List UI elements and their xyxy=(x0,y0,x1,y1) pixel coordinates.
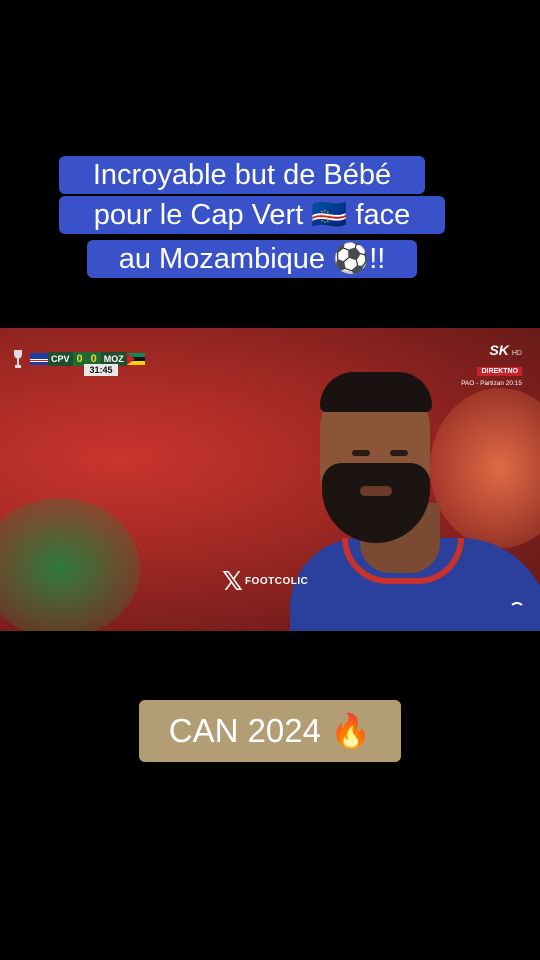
caption-line-2: pour le Cap Vert 🇨🇻 face xyxy=(59,196,445,234)
sk-logo: SK xyxy=(489,342,509,358)
background-blur xyxy=(0,498,140,631)
live-label: DIREKTNO xyxy=(477,367,522,376)
caption-line-1: Incroyable but de Bébé xyxy=(59,156,425,194)
next-program: PAO - Partizan 20:15 xyxy=(461,380,522,387)
loading-spinner-icon xyxy=(509,602,525,618)
broadcaster-logo: SK HD DIREKTNO PAO - Partizan 20:15 xyxy=(461,342,522,387)
caption-line-3: au Mozambique ⚽!! xyxy=(87,240,417,278)
eye xyxy=(390,450,408,456)
home-team: CPV xyxy=(48,352,73,366)
watermark-text: FOOTCOLIC xyxy=(244,575,309,587)
trophy-icon xyxy=(14,350,22,368)
scorebug: CPV 0 0 MOZ xyxy=(12,346,145,372)
mozambique-flag-icon xyxy=(126,353,145,365)
match-clock: 31:45 xyxy=(84,364,118,376)
x-icon: 𝕏 xyxy=(222,566,243,596)
watermark: 𝕏 FOOTCOLIC xyxy=(222,568,308,594)
eye xyxy=(352,450,370,456)
hair xyxy=(320,372,432,412)
hd-badge: HD xyxy=(511,350,522,357)
cape-verde-flag-icon xyxy=(30,353,48,365)
video-player[interactable]: CPV 0 0 MOZ 31:45 SK HD DIREKTNO PAO - Pa… xyxy=(0,328,540,631)
player-image xyxy=(290,368,540,631)
mouth xyxy=(360,486,392,496)
tag-badge: CAN 2024 🔥 xyxy=(139,700,401,762)
